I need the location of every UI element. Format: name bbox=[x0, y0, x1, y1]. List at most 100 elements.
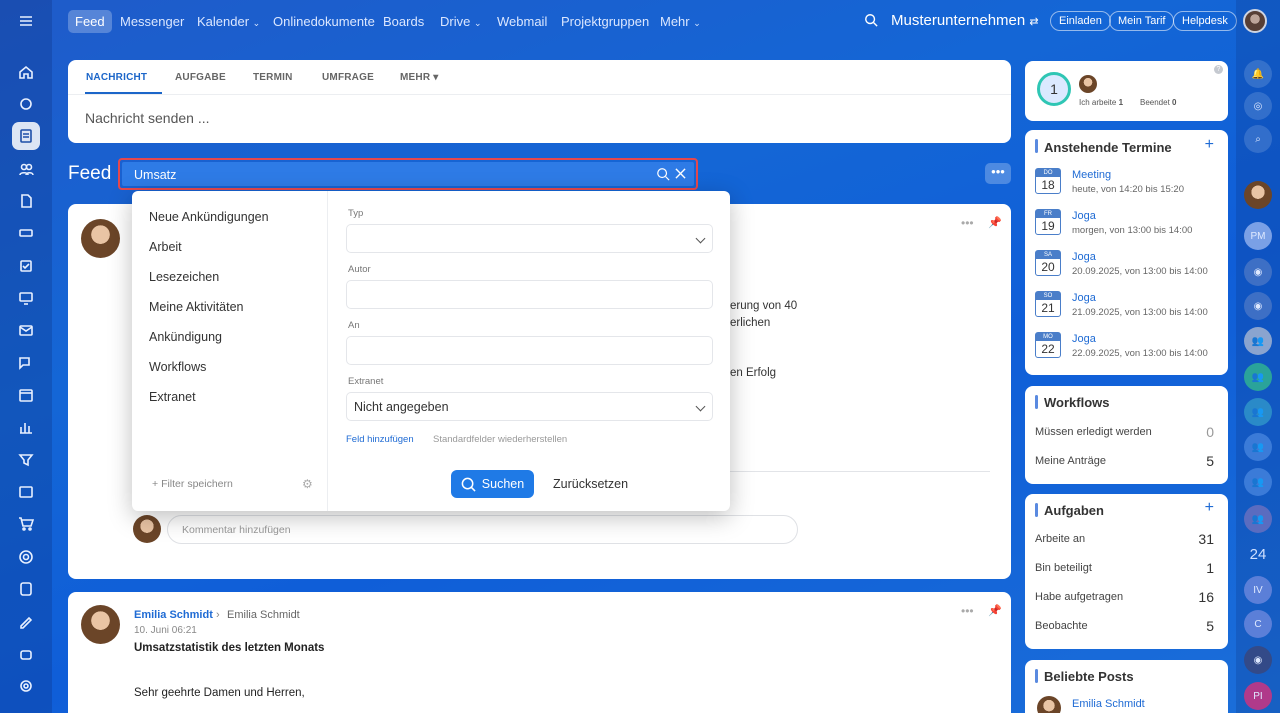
search-icon[interactable] bbox=[864, 13, 878, 32]
task-row-value[interactable]: 1 bbox=[1206, 560, 1214, 576]
nav-documents[interactable]: Onlinedokumente bbox=[266, 10, 382, 33]
more-icon[interactable]: ••• bbox=[961, 604, 974, 618]
analytics-icon[interactable] bbox=[12, 413, 40, 441]
nav-boards[interactable]: Boards bbox=[376, 10, 431, 33]
workflow-row-value[interactable]: 0 bbox=[1206, 424, 1214, 440]
contact-avatar[interactable]: C bbox=[1244, 610, 1272, 638]
board-icon[interactable] bbox=[12, 284, 40, 312]
feed-icon[interactable] bbox=[12, 122, 40, 150]
tab-task[interactable]: AUFGABE bbox=[175, 72, 226, 83]
post-date[interactable]: 10. Juni 06:21 bbox=[134, 625, 197, 636]
event-title[interactable]: Joga bbox=[1072, 292, 1096, 304]
calendar-icon[interactable] bbox=[12, 381, 40, 409]
group-avatar[interactable]: ◉ bbox=[1244, 258, 1272, 286]
bell-icon[interactable]: 🔔 bbox=[1244, 60, 1272, 88]
group-avatar[interactable]: ◉ bbox=[1244, 292, 1272, 320]
more-options-button[interactable]: ••• bbox=[985, 163, 1011, 184]
tab-more[interactable]: MEHR ▾ bbox=[400, 72, 438, 83]
event-title[interactable]: Joga bbox=[1072, 251, 1096, 263]
tab-event[interactable]: TERMIN bbox=[253, 72, 293, 83]
preset-extranet[interactable]: Extranet bbox=[149, 390, 196, 404]
post-author[interactable]: Emilia Schmidt bbox=[134, 609, 213, 621]
nav-drive[interactable]: Drive ⌄ bbox=[433, 10, 489, 33]
task-row-label[interactable]: Beobachte bbox=[1035, 620, 1088, 632]
menu-icon[interactable] bbox=[12, 7, 40, 35]
contact-card-icon[interactable] bbox=[12, 478, 40, 506]
preset-my-activity[interactable]: Meine Aktivitäten bbox=[149, 300, 244, 314]
group-avatar[interactable]: 👥 bbox=[1244, 327, 1272, 355]
author-input[interactable] bbox=[346, 280, 713, 309]
event-title[interactable]: Joga bbox=[1072, 333, 1096, 345]
nav-more[interactable]: Mehr ⌄ bbox=[653, 10, 708, 33]
message-input[interactable]: Nachricht senden ... bbox=[85, 110, 210, 126]
tasks-icon[interactable] bbox=[12, 252, 40, 280]
tab-poll[interactable]: UMFRAGE bbox=[322, 72, 374, 83]
copilot-icon[interactable]: ◎ bbox=[1244, 92, 1272, 120]
task-row-label[interactable]: Arbeite an bbox=[1035, 533, 1085, 545]
target-icon[interactable] bbox=[12, 543, 40, 571]
invite-button[interactable]: Einladen bbox=[1050, 11, 1111, 31]
task-row-label[interactable]: Bin beteiligt bbox=[1035, 562, 1092, 574]
add-task-icon[interactable]: + bbox=[1205, 499, 1214, 517]
tab-message[interactable]: NACHRICHT bbox=[86, 72, 147, 83]
add-field-link[interactable]: Feld hinzufügen bbox=[346, 434, 414, 445]
event-title[interactable]: Meeting bbox=[1072, 169, 1111, 181]
sign-icon[interactable] bbox=[12, 607, 40, 635]
cart-icon[interactable] bbox=[12, 510, 40, 538]
preset-bookmarks[interactable]: Lesezeichen bbox=[149, 270, 219, 284]
document-icon[interactable] bbox=[12, 187, 40, 215]
workflow-row-label[interactable]: Müssen erledigt werden bbox=[1035, 426, 1152, 438]
group-avatar[interactable]: 👥 bbox=[1244, 505, 1272, 533]
mail-icon[interactable] bbox=[12, 316, 40, 344]
bitrix24-icon[interactable]: 24 bbox=[1244, 540, 1272, 568]
task-row-value[interactable]: 31 bbox=[1198, 531, 1214, 547]
preset-work[interactable]: Arbeit bbox=[149, 240, 182, 254]
pulse-icon[interactable] bbox=[12, 90, 40, 118]
knowledge-icon[interactable] bbox=[12, 575, 40, 603]
nav-webmail[interactable]: Webmail bbox=[490, 10, 554, 33]
settings-icon[interactable] bbox=[12, 672, 40, 700]
my-plan-button[interactable]: Mein Tarif bbox=[1109, 11, 1175, 31]
clear-icon[interactable] bbox=[675, 168, 686, 179]
nav-calendar[interactable]: Kalender ⌄ bbox=[190, 10, 267, 33]
workflow-row-label[interactable]: Meine Anträge bbox=[1035, 455, 1106, 467]
home-icon[interactable] bbox=[12, 58, 40, 86]
popular-author[interactable]: Emilia Schmidt bbox=[1072, 698, 1145, 710]
restore-fields-link[interactable]: Standardfelder wiederherstellen bbox=[433, 434, 567, 445]
to-input[interactable] bbox=[346, 336, 713, 365]
search-input[interactable]: Umsatz bbox=[122, 162, 694, 186]
preset-new-announcements[interactable]: Neue Ankündigungen bbox=[149, 210, 269, 224]
task-row-value[interactable]: 5 bbox=[1206, 618, 1214, 634]
task-row-label[interactable]: Habe aufgetragen bbox=[1035, 591, 1123, 603]
preset-announcement[interactable]: Ankündigung bbox=[149, 330, 222, 344]
group-avatar[interactable]: 👥 bbox=[1244, 363, 1272, 391]
contact-avatar[interactable] bbox=[1244, 181, 1272, 209]
more-icon[interactable]: ••• bbox=[961, 216, 974, 230]
search-chat-icon[interactable]: ⌕ bbox=[1244, 125, 1272, 153]
group-avatar[interactable]: 👥 bbox=[1244, 433, 1272, 461]
help-icon[interactable]: ? bbox=[1214, 65, 1223, 74]
nav-feed[interactable]: Feed bbox=[68, 10, 112, 33]
search-icon[interactable] bbox=[656, 167, 670, 181]
contact-avatar[interactable]: PI bbox=[1244, 682, 1272, 710]
nav-messenger[interactable]: Messenger bbox=[113, 10, 191, 33]
company-name[interactable]: Musterunternehmen ⇄ bbox=[891, 12, 1039, 29]
contact-avatar[interactable]: IV bbox=[1244, 576, 1272, 604]
search-button[interactable]: Suchen bbox=[451, 470, 534, 498]
extranet-select[interactable]: Nicht angegeben bbox=[346, 392, 713, 421]
preset-workflows[interactable]: Workflows bbox=[149, 360, 206, 374]
group-avatar[interactable]: 👥 bbox=[1244, 398, 1272, 426]
chat-icon[interactable] bbox=[12, 349, 40, 377]
task-row-value[interactable]: 16 bbox=[1198, 589, 1214, 605]
save-filter-button[interactable]: + Filter speichern bbox=[152, 478, 233, 490]
drive-icon[interactable] bbox=[12, 219, 40, 247]
reset-button[interactable]: Zurücksetzen bbox=[553, 477, 628, 491]
worktime-counter[interactable]: 1 bbox=[1037, 72, 1071, 106]
contact-avatar[interactable]: PM bbox=[1244, 222, 1272, 250]
type-select[interactable] bbox=[346, 224, 713, 253]
post-recipient[interactable]: Emilia Schmidt bbox=[227, 609, 300, 621]
team-icon[interactable] bbox=[12, 155, 40, 183]
workflow-row-value[interactable]: 5 bbox=[1206, 453, 1214, 469]
event-title[interactable]: Joga bbox=[1072, 210, 1096, 222]
gear-icon[interactable]: ⚙ bbox=[302, 477, 313, 491]
